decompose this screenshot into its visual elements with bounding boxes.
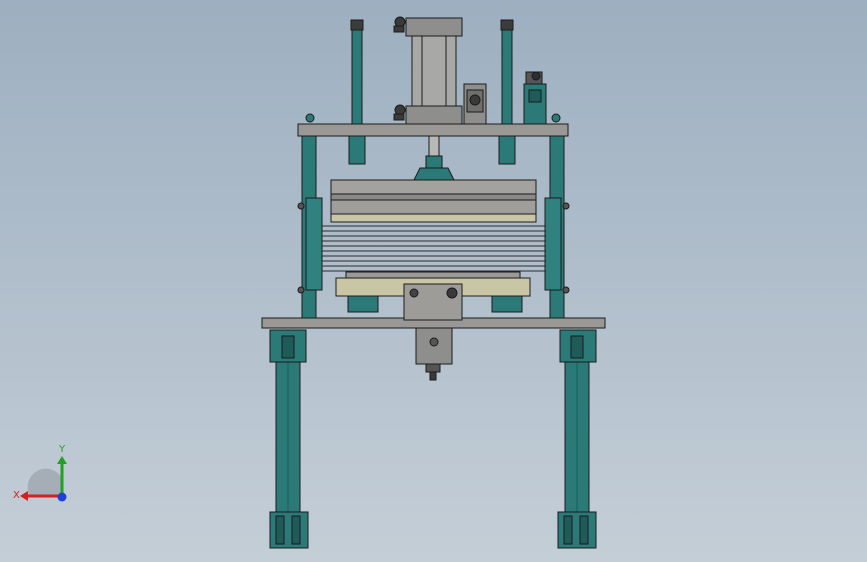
cad-viewport[interactable]: Y X xyxy=(0,0,867,562)
valve-block xyxy=(463,83,487,125)
upper-platen xyxy=(330,179,537,223)
air-cylinder xyxy=(393,16,463,125)
right-leg xyxy=(557,329,597,549)
top-plate xyxy=(297,123,569,137)
sheet-stack xyxy=(322,225,546,272)
machine-model[interactable] xyxy=(0,0,867,562)
center-bracket xyxy=(403,283,463,381)
left-leg xyxy=(269,329,309,549)
coordinate-triad: Y X xyxy=(13,444,67,502)
y-axis-head xyxy=(57,456,67,464)
y-axis-label: Y xyxy=(58,444,66,455)
triad-shading xyxy=(27,468,63,496)
x-axis-label: X xyxy=(13,490,20,501)
regulator xyxy=(523,71,547,125)
x-axis-head xyxy=(20,491,28,501)
z-axis-dot xyxy=(57,492,67,502)
piston-rod xyxy=(413,135,455,181)
